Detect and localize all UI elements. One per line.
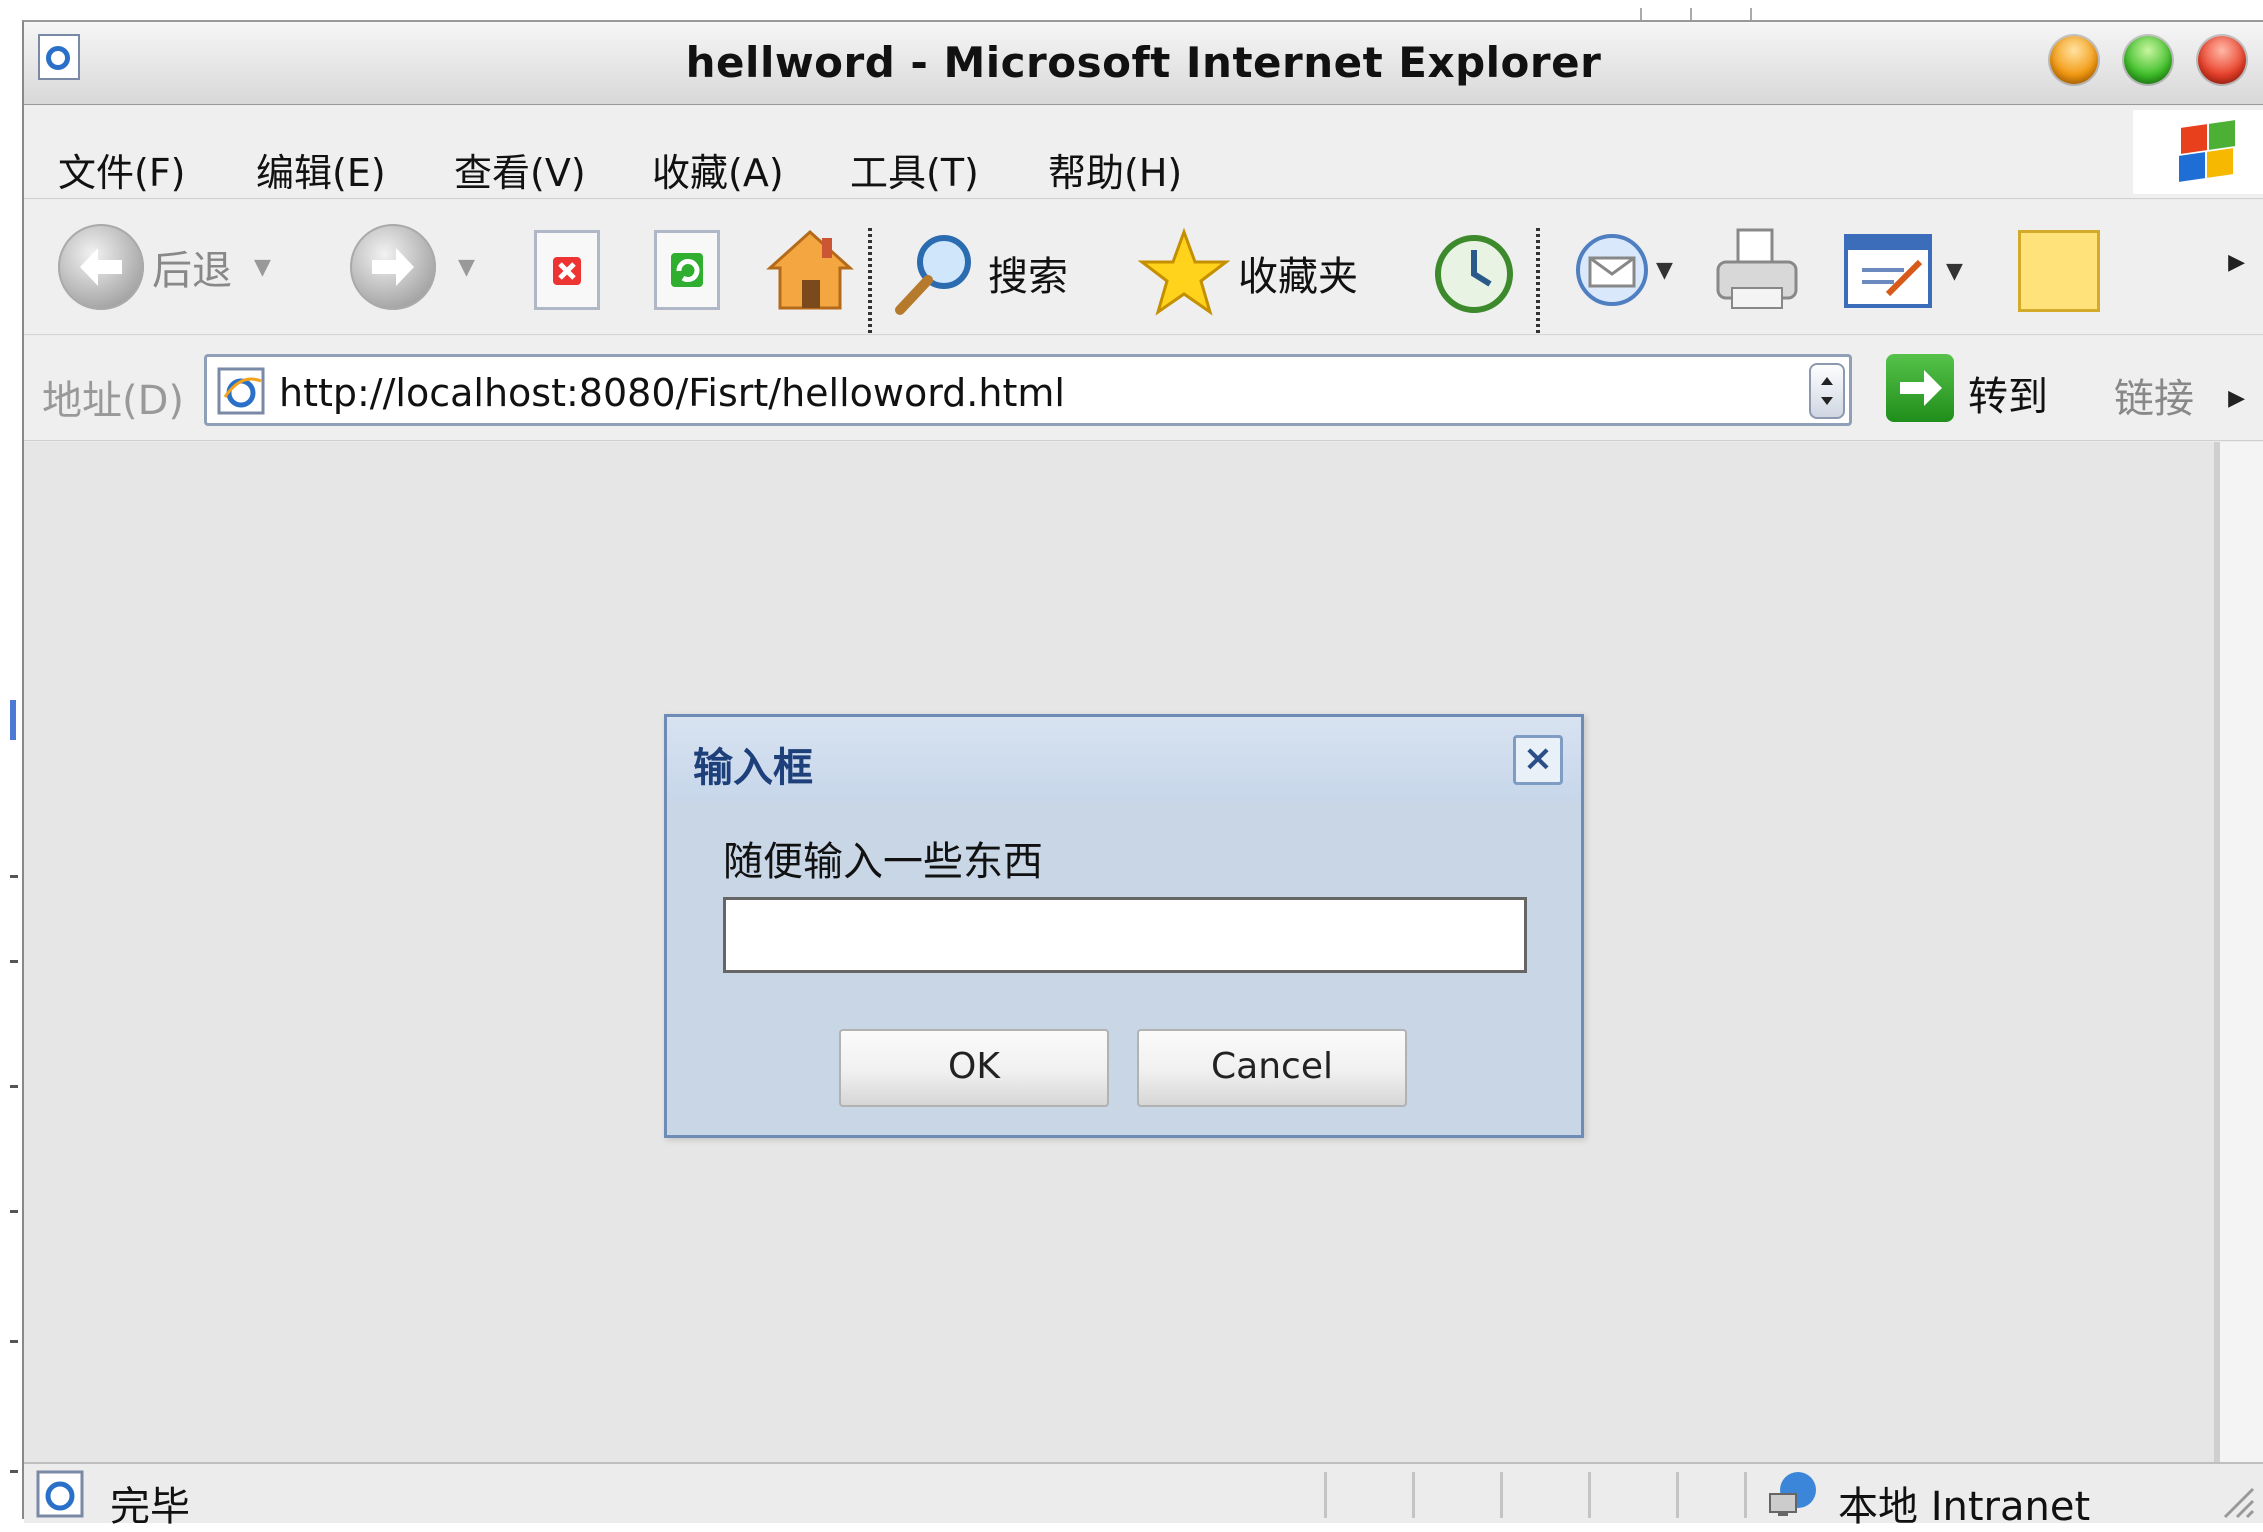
address-field[interactable]: http://localhost:8080/Fisrt/helloword.ht… [204,354,1852,426]
maximize-button[interactable] [2124,36,2172,84]
home-button[interactable] [764,224,856,316]
ie-page-icon [217,367,265,415]
status-divider [1500,1472,1503,1518]
background-top-marks [1630,0,1780,20]
menu-file[interactable]: 文件(F) [58,142,186,197]
ie-window: hellword - Microsoft Internet Explorer 文… [22,20,2263,1530]
back-dropdown-icon[interactable]: ▼ [254,255,271,280]
refresh-button[interactable] [654,230,720,310]
window-title: hellword - Microsoft Internet Explorer [685,38,1602,87]
menu-help[interactable]: 帮助(H) [1048,142,1182,197]
windows-logo-icon [2133,110,2263,194]
address-label: 地址(D) [42,378,185,424]
back-arrow-icon [58,224,144,310]
ie-status-icon [36,1470,84,1518]
toolbar-separator [1536,228,1540,338]
back-button[interactable]: 后退 ▼ [58,224,271,310]
address-url[interactable]: http://localhost:8080/Fisrt/helloword.ht… [279,371,1065,415]
menu-view[interactable]: 查看(V) [454,142,586,197]
mail-icon [1576,234,1648,306]
prompt-dialog: 输入框 × 随便输入一些东西 OK Cancel [664,714,1584,1138]
stop-icon [534,230,600,310]
forward-button[interactable]: ▼ [350,224,475,310]
edit-dropdown-icon[interactable]: ▼ [1946,259,1963,284]
toolbar-separator [868,228,872,338]
messenger-button[interactable] [2018,230,2100,312]
history-icon [1435,235,1513,313]
dialog-message: 随便输入一些东西 [723,839,1043,885]
background-mark [10,1340,18,1343]
background-mark [10,1085,18,1088]
history-button[interactable] [1428,228,1518,318]
print-button[interactable] [1712,224,1802,316]
background-mark [10,1210,18,1213]
note-icon [2018,230,2100,312]
search-icon [895,235,971,315]
links-button[interactable]: 链接 [2114,366,2194,424]
links-overflow-icon[interactable]: ▶ [2228,386,2245,411]
background-mark [10,1470,18,1473]
search-button[interactable]: 搜索 [890,228,1068,318]
favorites-label: 收藏夹 [1238,254,1358,300]
forward-dropdown-icon[interactable]: ▼ [458,255,475,280]
close-window-button[interactable] [2198,36,2246,84]
mail-button[interactable]: ▼ [1572,228,1673,312]
search-label: 搜索 [988,254,1068,300]
mail-dropdown-icon[interactable]: ▼ [1656,258,1673,283]
dialog-title: 输入框 [693,745,813,791]
background-page-edge [0,0,22,1519]
refresh-icon [654,230,720,310]
dialog-title-bar[interactable]: 输入框 × [667,717,1581,801]
intranet-zone-icon [1769,1472,1816,1516]
address-dropdown-icon[interactable] [1809,363,1845,419]
cancel-button[interactable]: Cancel [1137,1029,1407,1107]
background-mark [10,700,16,740]
menu-edit[interactable]: 编辑(E) [256,142,386,197]
title-bar[interactable]: hellword - Microsoft Internet Explorer [24,22,2263,105]
ok-button[interactable]: OK [839,1029,1109,1107]
go-button[interactable]: 转到 [1968,364,2048,422]
favorites-button[interactable]: 收藏夹 [1138,228,1358,318]
stop-button[interactable] [534,230,600,310]
toolbar-overflow-icon[interactable]: ▶ [2228,250,2245,275]
dialog-close-icon[interactable]: × [1513,735,1563,785]
status-divider [1588,1472,1591,1518]
forward-arrow-icon [350,224,436,310]
resize-grip-icon[interactable] [2215,1479,2255,1519]
edit-button[interactable]: ▼ [1844,234,1963,308]
home-icon [766,229,854,310]
edit-page-icon [1844,234,1932,308]
standard-toolbar: 后退 ▼ ▼ 搜索 收藏夹 ▼ ▼ ▶ [24,200,2263,338]
background-mark [10,875,18,878]
status-divider [1744,1472,1747,1518]
menu-bar: 文件(F) 编辑(E) 查看(V) 收藏(A) 工具(T) 帮助(H) [24,106,2263,199]
back-label: 后退 [152,248,232,294]
status-text: 完毕 [110,1484,190,1530]
background-mark [10,960,18,963]
status-bar: 完毕 本地 Intranet [24,1462,2263,1530]
dialog-text-input[interactable] [723,897,1527,973]
vertical-scrollbar[interactable] [2214,442,2263,1462]
status-divider [1324,1472,1327,1518]
star-icon [1138,228,1230,316]
menu-tools[interactable]: 工具(T) [850,142,979,197]
menu-favorites[interactable]: 收藏(A) [652,142,784,197]
security-zone-label: 本地 Intranet [1838,1484,2091,1530]
status-divider [1676,1472,1679,1518]
minimize-button[interactable] [2050,36,2098,84]
go-arrow-icon[interactable] [1886,354,1954,422]
printer-icon [1716,228,1798,309]
status-divider [1412,1472,1415,1518]
address-bar: 地址(D) http://localhost:8080/Fisrt/hellow… [24,336,2263,441]
